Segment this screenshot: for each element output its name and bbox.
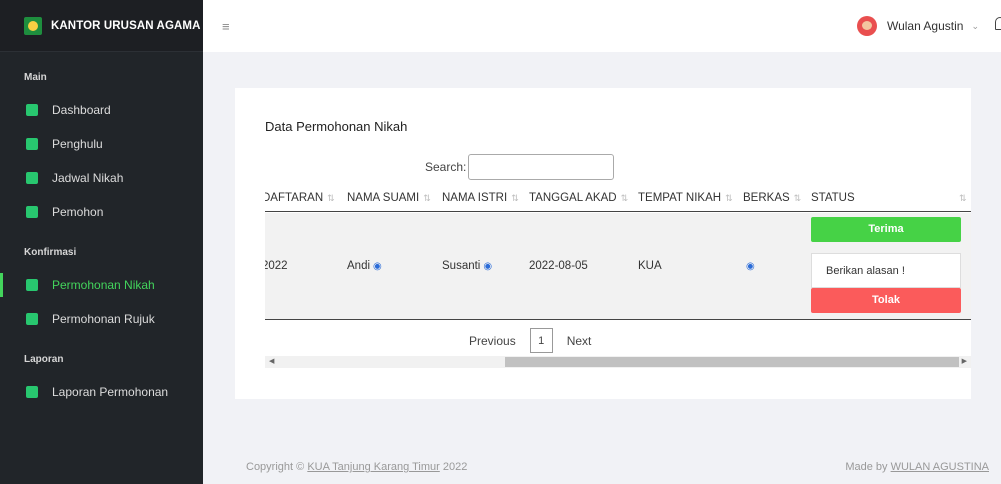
sidebar-item-label: Permohonan Rujuk (52, 312, 155, 326)
column-header-daftaran[interactable]: DAFTARAN ⇅ (265, 192, 335, 204)
footer-link-kua[interactable]: KUA Tanjung Karang Timur (307, 461, 439, 473)
previous-button[interactable]: Previous (469, 334, 516, 348)
cell-tempat-nikah: KUA (638, 260, 662, 272)
footer-credit: Made by WULAN AGUSTINA (845, 461, 989, 473)
eye-icon[interactable]: ◉ (746, 261, 755, 272)
top-header: ≡ Wulan Agustin ⌄ (203, 0, 1001, 52)
footer-link-author[interactable]: WULAN AGUSTINA (891, 461, 989, 473)
sidebar-item-label: Jadwal Nikah (52, 171, 124, 185)
section-title-main: Main (24, 72, 47, 83)
eye-icon[interactable]: ◉ (483, 261, 492, 272)
cell-nama-istri: Susanti ◉ (442, 260, 493, 272)
sidebar-item-pemohon[interactable]: Pemohon (0, 195, 203, 229)
user-card-icon (26, 206, 38, 218)
cell-daftaran: 2022 (265, 260, 288, 272)
footer-copyright: Copyright © KUA Tanjung Karang Timur 202… (246, 461, 468, 473)
horizontal-scrollbar[interactable]: ◀ ▶ (265, 356, 971, 368)
page-title: Data Permohonan Nikah (265, 119, 408, 134)
column-header-tempat-nikah[interactable]: TEMPAT NIKAH ⇅ (638, 192, 733, 204)
column-header-nama-istri[interactable]: NAMA ISTRI ⇅ (442, 192, 519, 204)
reason-input[interactable]: Berikan alasan ! (811, 253, 961, 288)
chevron-down-icon: ⌄ (971, 20, 979, 31)
scroll-right-icon[interactable]: ▶ (962, 356, 967, 368)
sidebar: KANTOR URUSAN AGAMA Main Dashboard Pengh… (0, 0, 203, 484)
dashboard-icon (26, 104, 38, 116)
next-button[interactable]: Next (567, 334, 592, 348)
column-header-status[interactable]: STATUS (811, 192, 855, 204)
blocks-icon (26, 313, 38, 325)
pagination: Previous 1 Next (469, 328, 591, 353)
kua-logo-icon (24, 16, 42, 35)
sidebar-item-label: Permohonan Nikah (52, 278, 155, 292)
sidebar-item-dashboard[interactable]: Dashboard (0, 93, 203, 127)
column-header-tanggal-akad[interactable]: TANGGAL AKAD ⇅ (529, 192, 628, 204)
brand[interactable]: KANTOR URUSAN AGAMA (0, 0, 203, 52)
user-menu[interactable]: Wulan Agustin ⌄ (856, 16, 979, 36)
avatar (856, 16, 877, 36)
sidebar-item-laporan-permohonan[interactable]: Laporan Permohonan (0, 375, 203, 409)
data-table: DAFTARAN ⇅ NAMA SUAMI ⇅ NAMA ISTRI ⇅ TANGGA… (265, 184, 971, 324)
calendar-icon (26, 172, 38, 184)
scroll-left-icon[interactable]: ◀ (269, 356, 274, 368)
column-header-berkas[interactable]: BERKAS ⇅ (743, 192, 801, 204)
sidebar-item-permohonan-rujuk[interactable]: Permohonan Rujuk (0, 302, 203, 336)
menu-icon[interactable]: ≡ (222, 19, 230, 34)
brand-name: KANTOR URUSAN AGAMA (51, 19, 201, 32)
table-row: 2022 Andi ◉ Susanti ◉ 2022-08-05 KUA ◉ Ter… (265, 213, 971, 320)
user-name: Wulan Agustin (886, 19, 964, 33)
data-card: Data Permohonan Nikah Search: DAFTARAN ⇅ … (235, 88, 971, 399)
sidebar-item-penghulu[interactable]: Penghulu (0, 127, 203, 161)
scrollbar-thumb[interactable] (505, 357, 959, 367)
page-1-button[interactable]: 1 (529, 328, 553, 353)
printer-icon (26, 386, 38, 398)
cell-berkas: ◉ (743, 260, 755, 272)
sidebar-item-label: Pemohon (52, 205, 104, 219)
cell-tanggal-akad: 2022-08-05 (529, 260, 588, 272)
section-title-laporan: Laporan (24, 354, 64, 365)
section-title-konfirmasi: Konfirmasi (24, 247, 77, 258)
sidebar-item-permohonan-nikah[interactable]: Permohonan Nikah (0, 268, 203, 302)
sidebar-item-jadwal-nikah[interactable]: Jadwal Nikah (0, 161, 203, 195)
column-header-nama-suami[interactable]: NAMA SUAMI ⇅ (347, 192, 431, 204)
search-input[interactable] (468, 154, 615, 180)
eye-icon[interactable]: ◉ (373, 261, 382, 272)
sort-icon[interactable]: ⇅ (955, 192, 967, 204)
sidebar-item-label: Penghulu (52, 137, 103, 151)
id-card-icon (26, 138, 38, 150)
accept-button[interactable]: Terima (811, 217, 961, 242)
cell-nama-suami: Andi ◉ (347, 260, 382, 272)
sidebar-item-label: Dashboard (52, 103, 111, 117)
command-icon (26, 279, 38, 291)
search-label: Search: (425, 160, 467, 174)
search-box: Search: (425, 154, 615, 180)
table-header: DAFTARAN ⇅ NAMA SUAMI ⇅ NAMA ISTRI ⇅ TANGGA… (265, 184, 971, 212)
bell-icon[interactable] (995, 17, 1001, 30)
reject-button[interactable]: Tolak (811, 288, 961, 313)
sidebar-item-label: Laporan Permohonan (52, 385, 169, 399)
